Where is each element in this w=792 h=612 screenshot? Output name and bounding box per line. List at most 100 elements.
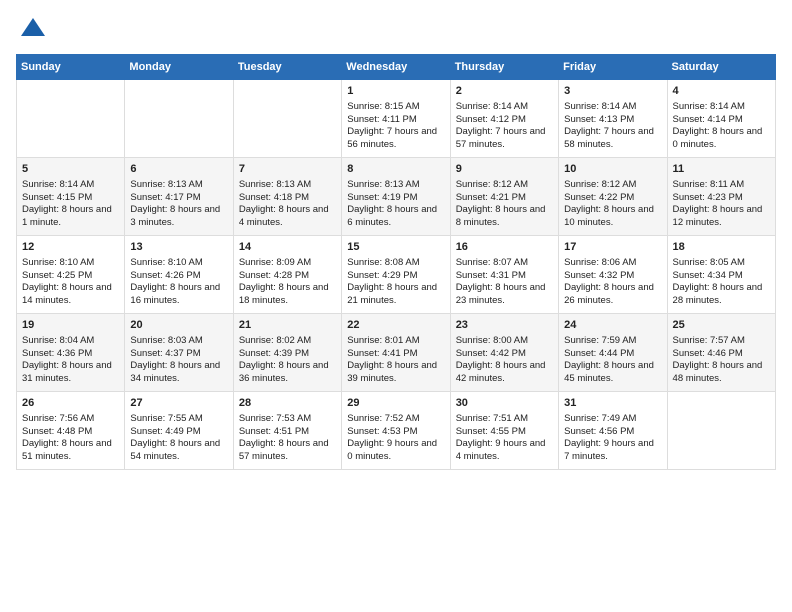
cal-cell: 31 Sunrise: 7:49 AM Sunset: 4:56 PM Dayli… bbox=[559, 392, 667, 470]
cal-cell: 29Sunrise: 7:52 AM Sunset: 4:53 PM Dayli… bbox=[342, 392, 450, 470]
calendar-body: 1Sunrise: 8:15 AM Sunset: 4:11 PM Daylig… bbox=[17, 80, 776, 470]
day-info: Sunrise: 8:12 AM Sunset: 4:21 PM Dayligh… bbox=[456, 179, 546, 228]
cal-cell: 19 Sunrise: 8:04 AM Sunset: 4:36 PM Dayli… bbox=[17, 314, 125, 392]
day-number: 18 bbox=[673, 240, 770, 255]
cal-cell: 8Sunrise: 8:13 AM Sunset: 4:19 PM Daylig… bbox=[342, 158, 450, 236]
day-header-saturday: Saturday bbox=[667, 55, 775, 80]
cal-cell: 20 Sunrise: 8:03 AM Sunset: 4:37 PM Dayli… bbox=[125, 314, 233, 392]
day-number: 11 bbox=[673, 162, 770, 177]
day-number: 2 bbox=[456, 84, 553, 99]
day-number: 26 bbox=[22, 396, 119, 411]
cal-cell: 25 Sunrise: 7:57 AM Sunset: 4:46 PM Dayli… bbox=[667, 314, 775, 392]
cal-cell bbox=[125, 80, 233, 158]
day-info: Sunrise: 8:06 AM Sunset: 4:32 PM Dayligh… bbox=[564, 257, 654, 306]
day-info: Sunrise: 8:15 AM Sunset: 4:11 PM Dayligh… bbox=[347, 101, 437, 150]
day-number: 7 bbox=[239, 162, 336, 177]
cal-cell: 18 Sunrise: 8:05 AM Sunset: 4:34 PM Dayli… bbox=[667, 236, 775, 314]
day-number: 23 bbox=[456, 318, 553, 333]
cal-cell: 13Sunrise: 8:10 AM Sunset: 4:26 PM Dayli… bbox=[125, 236, 233, 314]
day-header-tuesday: Tuesday bbox=[233, 55, 341, 80]
day-info: Sunrise: 8:07 AM Sunset: 4:31 PM Dayligh… bbox=[456, 257, 546, 306]
day-info: Sunrise: 7:55 AM Sunset: 4:49 PM Dayligh… bbox=[130, 413, 220, 462]
day-info: Sunrise: 8:01 AM Sunset: 4:41 PM Dayligh… bbox=[347, 335, 437, 384]
day-number: 3 bbox=[564, 84, 661, 99]
day-number: 19 bbox=[22, 318, 119, 333]
day-number: 25 bbox=[673, 318, 770, 333]
day-header-wednesday: Wednesday bbox=[342, 55, 450, 80]
day-number: 6 bbox=[130, 162, 227, 177]
day-number: 22 bbox=[347, 318, 444, 333]
calendar-page: SundayMondayTuesdayWednesdayThursdayFrid… bbox=[0, 0, 792, 612]
cal-cell: 10 Sunrise: 8:12 AM Sunset: 4:22 PM Dayli… bbox=[559, 158, 667, 236]
cal-cell: 28Sunrise: 7:53 AM Sunset: 4:51 PM Dayli… bbox=[233, 392, 341, 470]
day-number: 31 bbox=[564, 396, 661, 411]
cal-cell: 23Sunrise: 8:00 AM Sunset: 4:42 PM Dayli… bbox=[450, 314, 558, 392]
cal-cell: 22 Sunrise: 8:01 AM Sunset: 4:41 PM Dayli… bbox=[342, 314, 450, 392]
calendar-header: SundayMondayTuesdayWednesdayThursdayFrid… bbox=[17, 55, 776, 80]
cal-cell: 6 Sunrise: 8:13 AM Sunset: 4:17 PM Daylig… bbox=[125, 158, 233, 236]
week-row-1: 1Sunrise: 8:15 AM Sunset: 4:11 PM Daylig… bbox=[17, 80, 776, 158]
day-info: Sunrise: 8:04 AM Sunset: 4:36 PM Dayligh… bbox=[22, 335, 112, 384]
cal-cell: 9 Sunrise: 8:12 AM Sunset: 4:21 PM Daylig… bbox=[450, 158, 558, 236]
week-row-3: 12 Sunrise: 8:10 AM Sunset: 4:25 PM Dayli… bbox=[17, 236, 776, 314]
day-number: 29 bbox=[347, 396, 444, 411]
cal-cell: 15Sunrise: 8:08 AM Sunset: 4:29 PM Dayli… bbox=[342, 236, 450, 314]
day-header-monday: Monday bbox=[125, 55, 233, 80]
cal-cell: 16 Sunrise: 8:07 AM Sunset: 4:31 PM Dayli… bbox=[450, 236, 558, 314]
day-info: Sunrise: 8:13 AM Sunset: 4:17 PM Dayligh… bbox=[130, 179, 220, 228]
day-info: Sunrise: 8:12 AM Sunset: 4:22 PM Dayligh… bbox=[564, 179, 654, 228]
day-info: Sunrise: 8:03 AM Sunset: 4:37 PM Dayligh… bbox=[130, 335, 220, 384]
cal-cell: 24 Sunrise: 7:59 AM Sunset: 4:44 PM Dayli… bbox=[559, 314, 667, 392]
day-info: Sunrise: 7:49 AM Sunset: 4:56 PM Dayligh… bbox=[564, 413, 654, 462]
logo-text bbox=[16, 16, 47, 44]
logo bbox=[16, 16, 47, 44]
week-row-4: 19 Sunrise: 8:04 AM Sunset: 4:36 PM Dayli… bbox=[17, 314, 776, 392]
day-number: 12 bbox=[22, 240, 119, 255]
day-header-friday: Friday bbox=[559, 55, 667, 80]
cal-cell: 2 Sunrise: 8:14 AM Sunset: 4:12 PM Daylig… bbox=[450, 80, 558, 158]
cal-cell bbox=[17, 80, 125, 158]
cal-cell: 1Sunrise: 8:15 AM Sunset: 4:11 PM Daylig… bbox=[342, 80, 450, 158]
day-number: 5 bbox=[22, 162, 119, 177]
day-number: 9 bbox=[456, 162, 553, 177]
day-info: Sunrise: 8:14 AM Sunset: 4:12 PM Dayligh… bbox=[456, 101, 546, 150]
cal-cell: 17 Sunrise: 8:06 AM Sunset: 4:32 PM Dayli… bbox=[559, 236, 667, 314]
day-info: Sunrise: 8:05 AM Sunset: 4:34 PM Dayligh… bbox=[673, 257, 763, 306]
day-info: Sunrise: 7:51 AM Sunset: 4:55 PM Dayligh… bbox=[456, 413, 546, 462]
cal-cell: 27 Sunrise: 7:55 AM Sunset: 4:49 PM Dayli… bbox=[125, 392, 233, 470]
cal-cell: 3 Sunrise: 8:14 AM Sunset: 4:13 PM Daylig… bbox=[559, 80, 667, 158]
cal-cell: 4Sunrise: 8:14 AM Sunset: 4:14 PM Daylig… bbox=[667, 80, 775, 158]
day-header-thursday: Thursday bbox=[450, 55, 558, 80]
cal-cell: 7 Sunrise: 8:13 AM Sunset: 4:18 PM Daylig… bbox=[233, 158, 341, 236]
day-number: 4 bbox=[673, 84, 770, 99]
day-info: Sunrise: 8:14 AM Sunset: 4:15 PM Dayligh… bbox=[22, 179, 112, 228]
week-row-2: 5 Sunrise: 8:14 AM Sunset: 4:15 PM Daylig… bbox=[17, 158, 776, 236]
day-info: Sunrise: 8:11 AM Sunset: 4:23 PM Dayligh… bbox=[673, 179, 763, 228]
day-info: Sunrise: 8:13 AM Sunset: 4:18 PM Dayligh… bbox=[239, 179, 329, 228]
day-number: 8 bbox=[347, 162, 444, 177]
day-info: Sunrise: 8:10 AM Sunset: 4:25 PM Dayligh… bbox=[22, 257, 112, 306]
day-number: 17 bbox=[564, 240, 661, 255]
day-number: 30 bbox=[456, 396, 553, 411]
day-number: 27 bbox=[130, 396, 227, 411]
cal-cell bbox=[667, 392, 775, 470]
week-row-5: 26Sunrise: 7:56 AM Sunset: 4:48 PM Dayli… bbox=[17, 392, 776, 470]
cal-cell: 5 Sunrise: 8:14 AM Sunset: 4:15 PM Daylig… bbox=[17, 158, 125, 236]
logo-icon bbox=[19, 16, 47, 44]
day-number: 24 bbox=[564, 318, 661, 333]
day-info: Sunrise: 8:14 AM Sunset: 4:13 PM Dayligh… bbox=[564, 101, 654, 150]
day-info: Sunrise: 7:59 AM Sunset: 4:44 PM Dayligh… bbox=[564, 335, 654, 384]
day-info: Sunrise: 8:08 AM Sunset: 4:29 PM Dayligh… bbox=[347, 257, 437, 306]
day-info: Sunrise: 7:57 AM Sunset: 4:46 PM Dayligh… bbox=[673, 335, 763, 384]
day-number: 20 bbox=[130, 318, 227, 333]
day-info: Sunrise: 8:10 AM Sunset: 4:26 PM Dayligh… bbox=[130, 257, 220, 306]
day-number: 28 bbox=[239, 396, 336, 411]
day-info: Sunrise: 8:09 AM Sunset: 4:28 PM Dayligh… bbox=[239, 257, 329, 306]
cal-cell: 14Sunrise: 8:09 AM Sunset: 4:28 PM Dayli… bbox=[233, 236, 341, 314]
day-number: 16 bbox=[456, 240, 553, 255]
day-number: 10 bbox=[564, 162, 661, 177]
cal-cell: 12 Sunrise: 8:10 AM Sunset: 4:25 PM Dayli… bbox=[17, 236, 125, 314]
cal-cell: 26Sunrise: 7:56 AM Sunset: 4:48 PM Dayli… bbox=[17, 392, 125, 470]
day-header-row: SundayMondayTuesdayWednesdayThursdayFrid… bbox=[17, 55, 776, 80]
cal-cell: 11 Sunrise: 8:11 AM Sunset: 4:23 PM Dayli… bbox=[667, 158, 775, 236]
